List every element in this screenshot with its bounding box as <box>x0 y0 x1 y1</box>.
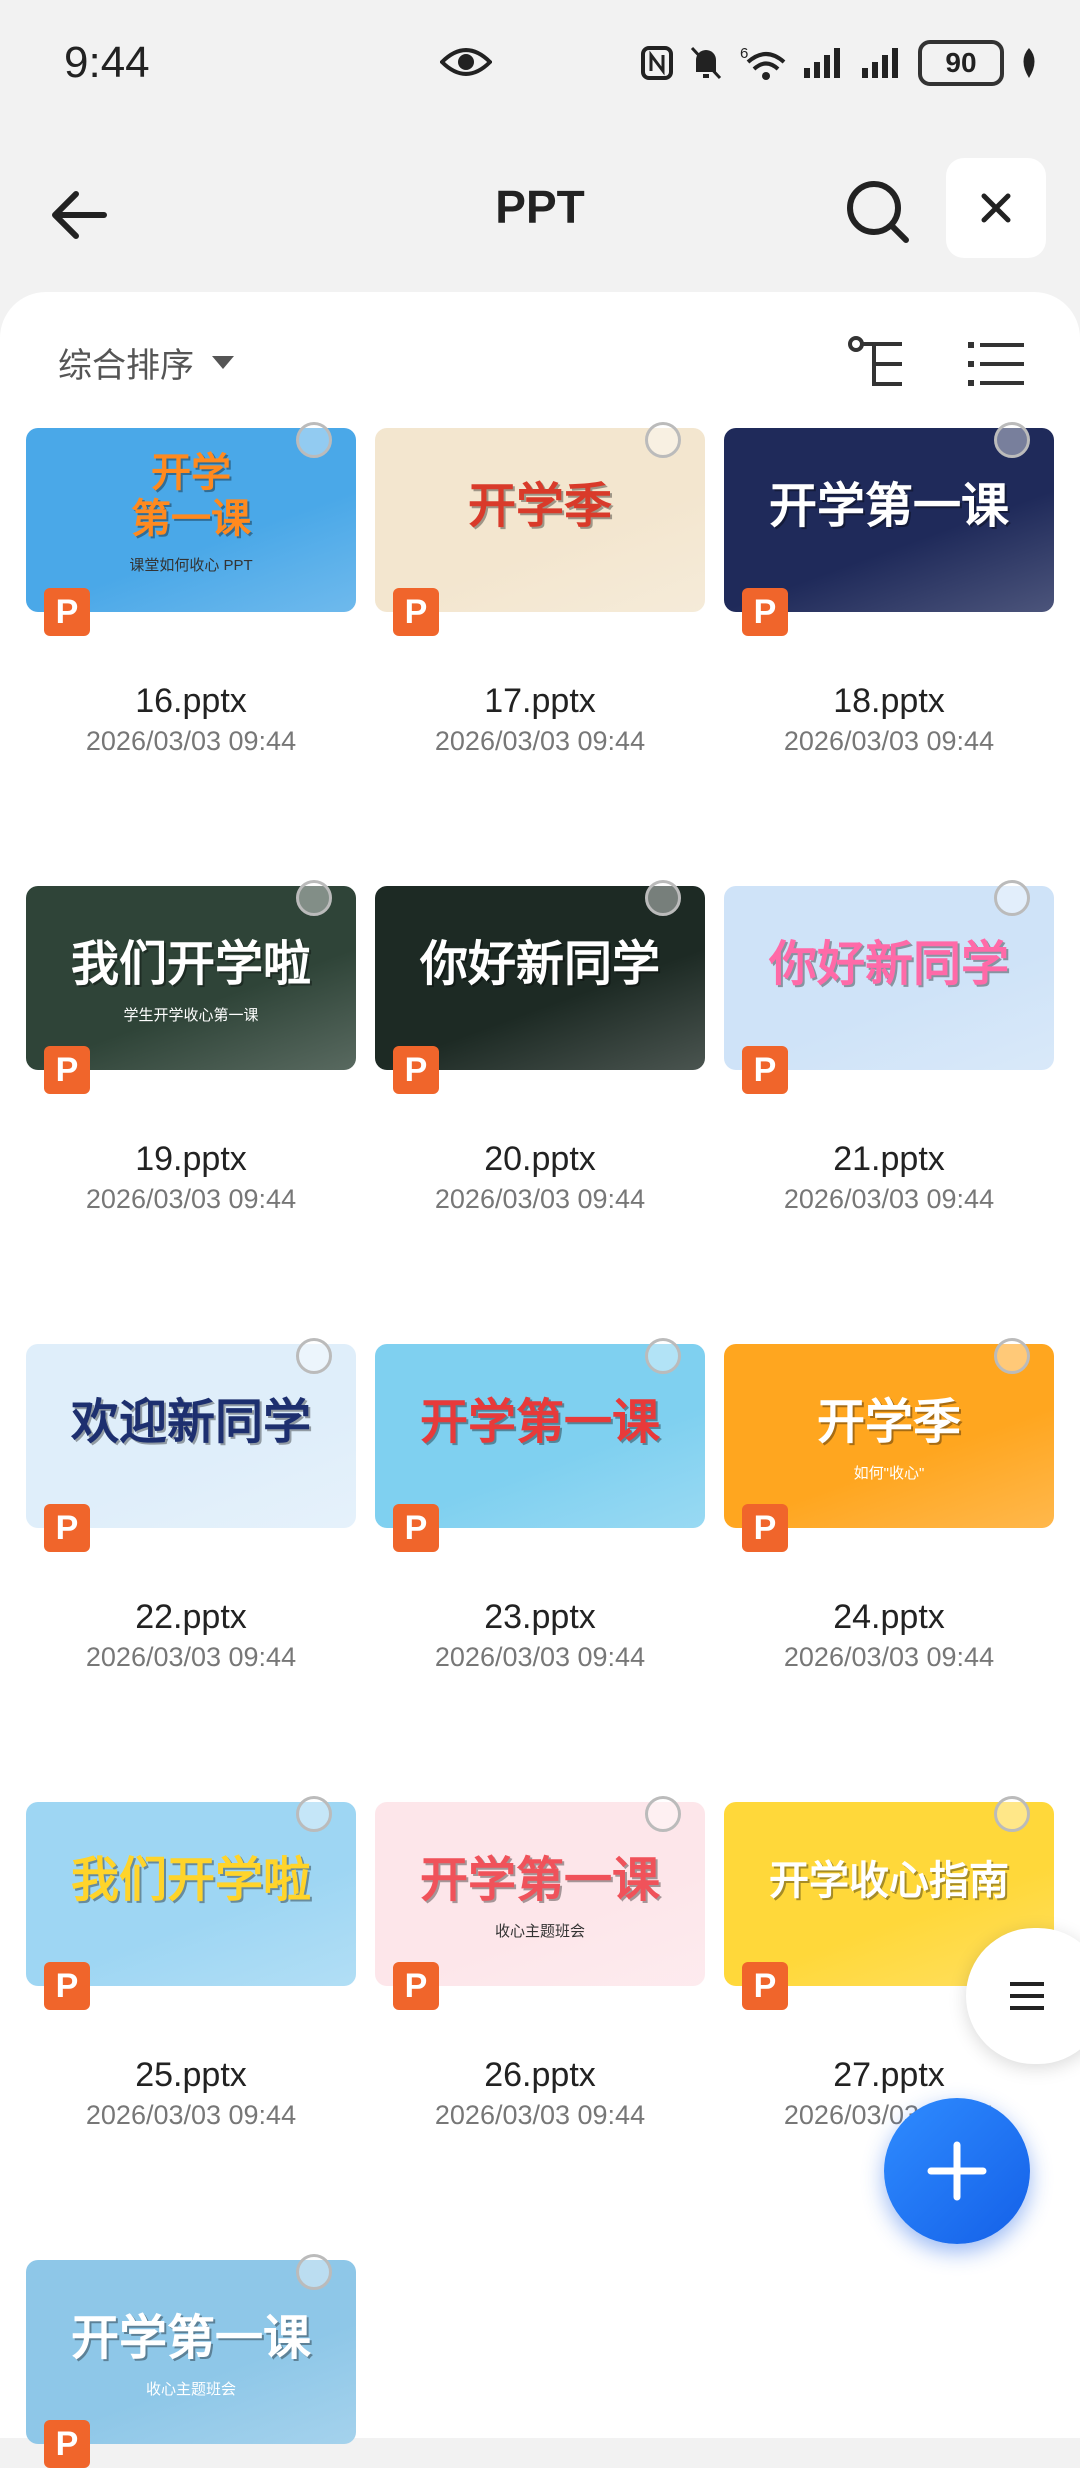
thumbnail-title: 我们开学啦 <box>70 938 311 991</box>
page-title: PPT <box>495 181 585 233</box>
file-date: 2026/03/03 09:44 <box>783 1642 995 1672</box>
eye-icon <box>440 48 492 76</box>
tree-view-icon[interactable] <box>846 332 910 396</box>
ppt-file-icon: P <box>393 1504 439 1552</box>
file-name: 18.pptx <box>833 682 945 720</box>
select-checkbox[interactable] <box>296 422 332 458</box>
status-time: 9:44 <box>64 38 150 87</box>
list-view-icon[interactable] <box>966 336 1026 392</box>
file-name: 26.pptx <box>484 2056 596 2094</box>
ppt-file-icon: P <box>393 1046 439 1094</box>
thumbnail-title: 开学 第一课 <box>131 451 251 541</box>
thumbnail-title: 开学第一课 <box>70 2312 311 2365</box>
ppt-file-icon: P <box>44 1962 90 2010</box>
thumbnail-title: 我们开学啦 <box>70 1854 311 1907</box>
thumbnail-title: 开学第一课 <box>419 1854 660 1907</box>
file-date: 2026/03/03 09:44 <box>85 2100 297 2130</box>
file-date: 2026/03/03 09:44 <box>85 726 297 756</box>
nfc-icon <box>641 46 673 80</box>
search-icon[interactable] <box>842 176 912 246</box>
select-checkbox[interactable] <box>645 1338 681 1374</box>
signal-icon <box>804 48 840 78</box>
ppt-file-icon: P <box>393 1962 439 2010</box>
select-checkbox[interactable] <box>994 1796 1030 1832</box>
file-date: 2026/03/03 09:44 <box>434 726 646 756</box>
add-button[interactable] <box>884 2098 1030 2244</box>
thumbnail-title: 开学第一课 <box>768 480 1009 533</box>
file-name: 27.pptx <box>833 2056 945 2094</box>
ppt-file-icon: P <box>742 588 788 636</box>
select-checkbox[interactable] <box>645 1796 681 1832</box>
wifi-icon: 6 <box>740 45 786 80</box>
ppt-file-icon: P <box>44 2420 90 2468</box>
leaf-icon <box>1023 48 1035 78</box>
file-date: 2026/03/03 09:44 <box>783 1184 995 1214</box>
close-icon <box>981 193 1011 223</box>
app-header: PPT <box>0 140 1080 290</box>
battery-indicator: 90 <box>918 40 1004 86</box>
ppt-file-icon: P <box>742 1962 788 2010</box>
file-name: 22.pptx <box>135 1598 247 1636</box>
ppt-file-icon: P <box>44 1046 90 1094</box>
thumbnail-subtitle: 学生开学收心第一课 <box>123 1007 259 1024</box>
select-checkbox[interactable] <box>994 1338 1030 1374</box>
network-label: 6 <box>740 45 748 62</box>
file-date: 2026/03/03 09:44 <box>434 1642 646 1672</box>
file-name: 21.pptx <box>833 1140 945 1178</box>
chevron-down-icon <box>212 356 234 369</box>
file-date: 2026/03/03 09:44 <box>783 726 995 756</box>
status-icons: 6 90 <box>640 40 1040 86</box>
file-name: 24.pptx <box>833 1598 945 1636</box>
plus-icon <box>927 2141 987 2201</box>
file-name: 25.pptx <box>135 2056 247 2094</box>
select-checkbox[interactable] <box>994 880 1030 916</box>
file-date: 2026/03/03 09:44 <box>85 1642 297 1672</box>
thumbnail-title: 开学第一课 <box>419 1396 660 1449</box>
file-date: 2026/03/03 09:44 <box>434 1184 646 1214</box>
thumbnail-title: 开学收心指南 <box>769 1859 1009 1903</box>
menu-icon <box>1010 1982 1044 2010</box>
thumbnail-title: 你好新同学 <box>419 938 660 991</box>
thumbnail-subtitle: 如何"收心" <box>853 1465 925 1482</box>
ppt-file-icon: P <box>44 1504 90 1552</box>
file-name: 16.pptx <box>135 682 247 720</box>
select-checkbox[interactable] <box>296 2254 332 2290</box>
thumbnail-subtitle: 收心主题班会 <box>494 1923 585 1940</box>
ppt-file-icon: P <box>742 1504 788 1552</box>
ppt-file-icon: P <box>393 588 439 636</box>
select-checkbox[interactable] <box>296 1796 332 1832</box>
file-name: 17.pptx <box>484 682 596 720</box>
select-checkbox[interactable] <box>645 880 681 916</box>
thumbnail-title: 欢迎新同学 <box>70 1396 311 1449</box>
file-name: 20.pptx <box>484 1140 596 1178</box>
file-name: 23.pptx <box>484 1598 596 1636</box>
select-checkbox[interactable] <box>645 422 681 458</box>
thumbnail-subtitle: 收心主题班会 <box>145 2381 236 2398</box>
file-date: 2026/03/03 09:44 <box>85 1184 297 1214</box>
thumbnail-title: 你好新同学 <box>768 938 1009 991</box>
ppt-file-icon: P <box>44 588 90 636</box>
thumbnail-subtitle: 课堂如何收心 PPT <box>129 557 253 574</box>
file-name: 19.pptx <box>135 1140 247 1178</box>
select-checkbox[interactable] <box>296 880 332 916</box>
thumbnail-title: 开学季 <box>816 1396 961 1449</box>
sort-label: 综合排序 <box>58 347 194 385</box>
ppt-file-icon: P <box>742 1046 788 1094</box>
sort-dropdown[interactable]: 综合排序 <box>58 338 234 387</box>
mute-icon <box>690 46 722 80</box>
select-checkbox[interactable] <box>296 1338 332 1374</box>
status-bar: 9:44 6 90 <box>0 0 1080 140</box>
signal-icon-2 <box>862 48 898 78</box>
file-date: 2026/03/03 09:44 <box>434 2100 646 2130</box>
thumbnail-title: 开学季 <box>467 480 612 533</box>
close-button[interactable] <box>946 158 1046 258</box>
select-checkbox[interactable] <box>994 422 1030 458</box>
